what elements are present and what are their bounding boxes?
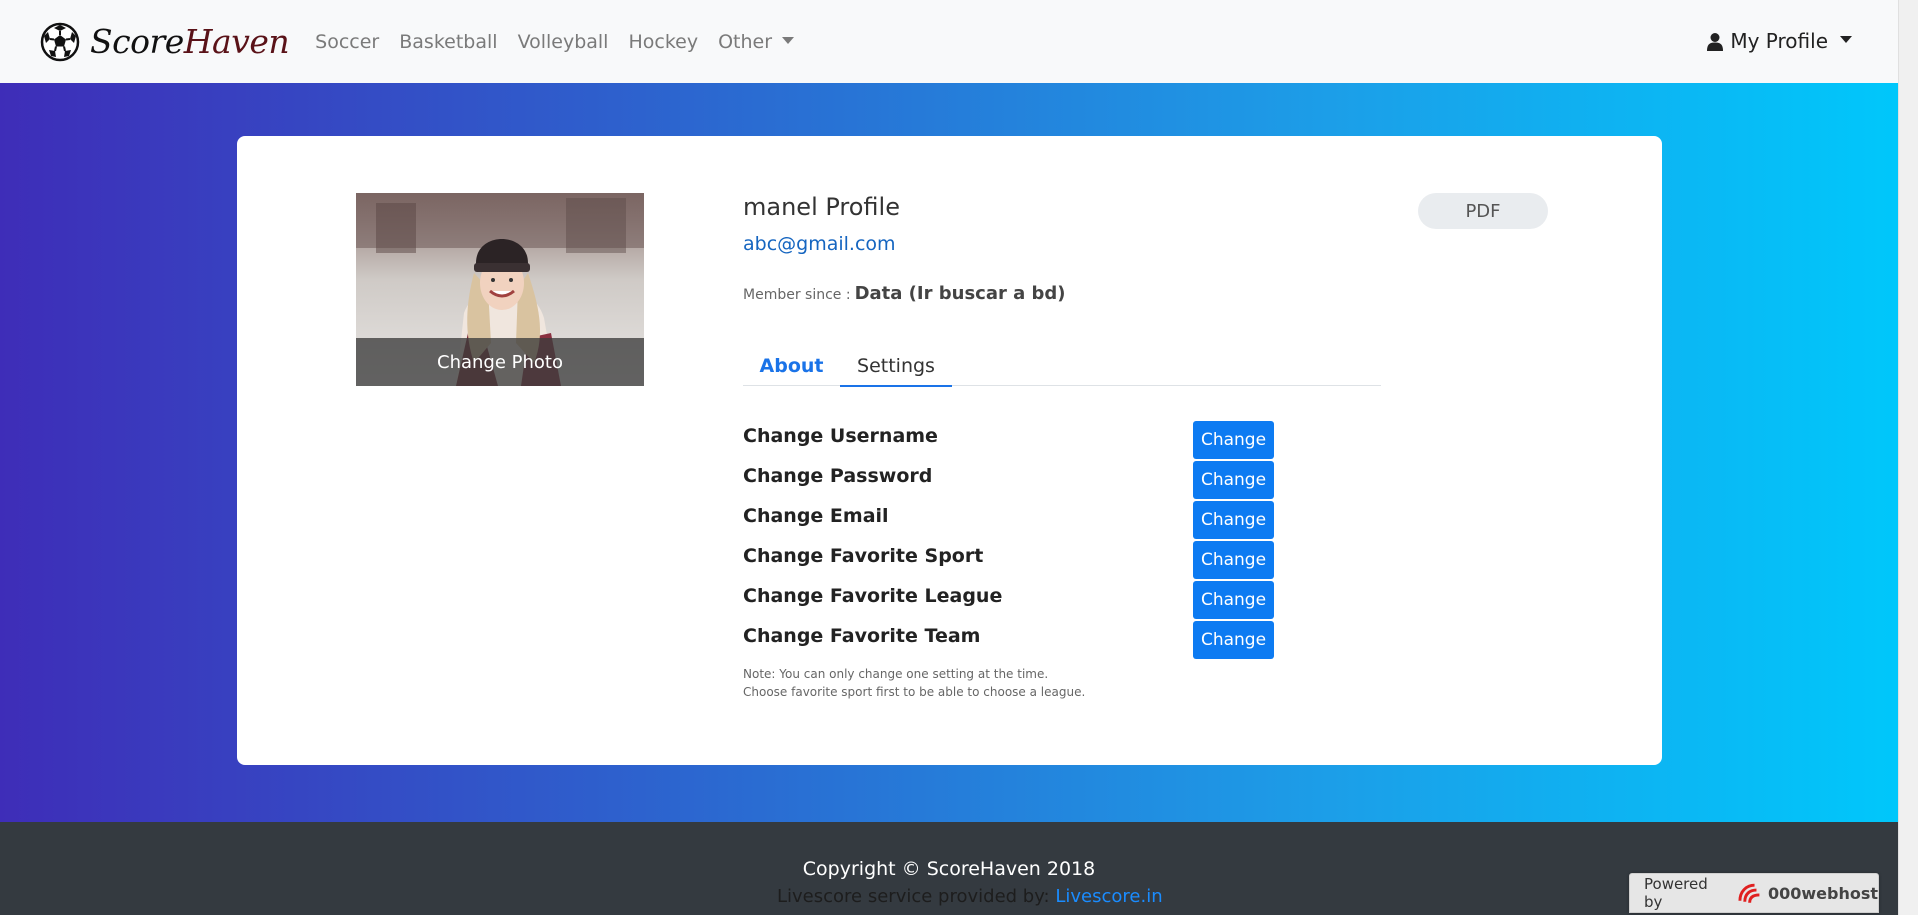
nav-link-hockey[interactable]: Hockey: [628, 31, 698, 53]
user-icon: [1707, 32, 1724, 51]
setting-row-password: Change Password Change: [743, 461, 1303, 501]
pdf-button[interactable]: PDF: [1418, 193, 1548, 229]
settings-panel: Change Username Change Change Password C…: [743, 421, 1303, 701]
setting-row-favorite-league: Change Favorite League Change: [743, 581, 1303, 621]
nav-link-volleyball[interactable]: Volleyball: [518, 31, 609, 53]
change-favorite-team-button[interactable]: Change: [1193, 621, 1274, 659]
tab-settings[interactable]: Settings: [840, 346, 952, 387]
settings-note-line: Choose favorite sport first to be able t…: [743, 685, 1086, 699]
page-scrollbar[interactable]: [1898, 0, 1918, 915]
settings-note-line: Note: You can only change one setting at…: [743, 667, 1049, 681]
setting-label: Change Email: [743, 505, 889, 527]
profile-name: manel Profile: [743, 193, 900, 221]
brand-logo[interactable]: ScoreHaven: [40, 22, 290, 62]
setting-row-favorite-team: Change Favorite Team Change: [743, 621, 1303, 661]
soccer-ball-icon: [40, 22, 80, 61]
member-since: Member since : Data (Ir buscar a bd): [743, 283, 1383, 304]
profile-photo[interactable]: Change Photo: [356, 193, 644, 386]
member-since-label: Member since :: [743, 287, 851, 303]
member-since-value: Data (Ir buscar a bd): [854, 283, 1066, 304]
nav-link-soccer[interactable]: Soccer: [315, 31, 379, 53]
brand-name-part2: Haven: [183, 22, 290, 61]
setting-label: Change Favorite Sport: [743, 545, 984, 567]
footer-livescore-text: Livescore service provided by:: [777, 886, 1050, 907]
livescore-link[interactable]: Livescore.in: [1055, 886, 1162, 907]
nav-dropdown-other-label: Other: [718, 30, 773, 53]
tab-about[interactable]: About: [743, 346, 840, 386]
settings-note: Note: You can only change one setting at…: [743, 665, 1303, 701]
setting-row-favorite-sport: Change Favorite Sport Change: [743, 541, 1303, 581]
change-favorite-league-button[interactable]: Change: [1193, 581, 1274, 619]
powered-by-brand: 000webhost: [1767, 883, 1878, 903]
profile-card: Change Photo manel Profile abc@gmail.com…: [237, 136, 1662, 765]
caret-down-icon: [1840, 35, 1852, 43]
change-photo-overlay[interactable]: Change Photo: [356, 338, 644, 386]
change-email-button[interactable]: Change: [1193, 501, 1274, 539]
profile-info: manel Profile abc@gmail.com Member since…: [743, 193, 1383, 304]
brand-name: ScoreHaven: [90, 22, 290, 61]
setting-label: Change Password: [743, 465, 933, 487]
profile-email[interactable]: abc@gmail.com: [743, 233, 1383, 255]
profile-dropdown[interactable]: My Profile: [1706, 29, 1852, 53]
change-favorite-sport-button[interactable]: Change: [1193, 541, 1274, 579]
change-username-button[interactable]: Change: [1193, 421, 1274, 459]
profile-dropdown-label: My Profile: [1730, 29, 1828, 53]
powered-by-label: Powered by: [1644, 875, 1708, 911]
nav-links: Soccer Basketball Volleyball Hockey Othe…: [307, 30, 795, 53]
setting-label: Change Favorite League: [743, 585, 1003, 607]
change-password-button[interactable]: Change: [1193, 461, 1274, 499]
caret-down-icon: [782, 36, 795, 44]
powered-by-badge[interactable]: Powered by 000webhost: [1629, 873, 1879, 913]
setting-row-username: Change Username Change: [743, 421, 1303, 461]
footer: Copyright © ScoreHaven 2018 Livescore se…: [0, 822, 1898, 915]
webhost-logo-icon: [1738, 883, 1760, 903]
footer-copyright: Copyright © ScoreHaven 2018: [802, 858, 1096, 880]
setting-row-email: Change Email Change: [743, 501, 1303, 541]
footer-livescore: Livescore service provided by: Livescore…: [777, 886, 1163, 907]
setting-label: Change Favorite Team: [743, 625, 981, 647]
brand-name-part1: Score: [90, 22, 184, 61]
navbar: ScoreHaven Soccer Basketball Volleyball …: [0, 0, 1898, 83]
profile-tabs: About Settings: [743, 346, 1381, 387]
nav-link-basketball[interactable]: Basketball: [399, 31, 497, 53]
setting-label: Change Username: [743, 425, 938, 447]
main-section: Change Photo manel Profile abc@gmail.com…: [0, 83, 1898, 822]
nav-dropdown-other[interactable]: Other: [718, 30, 795, 53]
